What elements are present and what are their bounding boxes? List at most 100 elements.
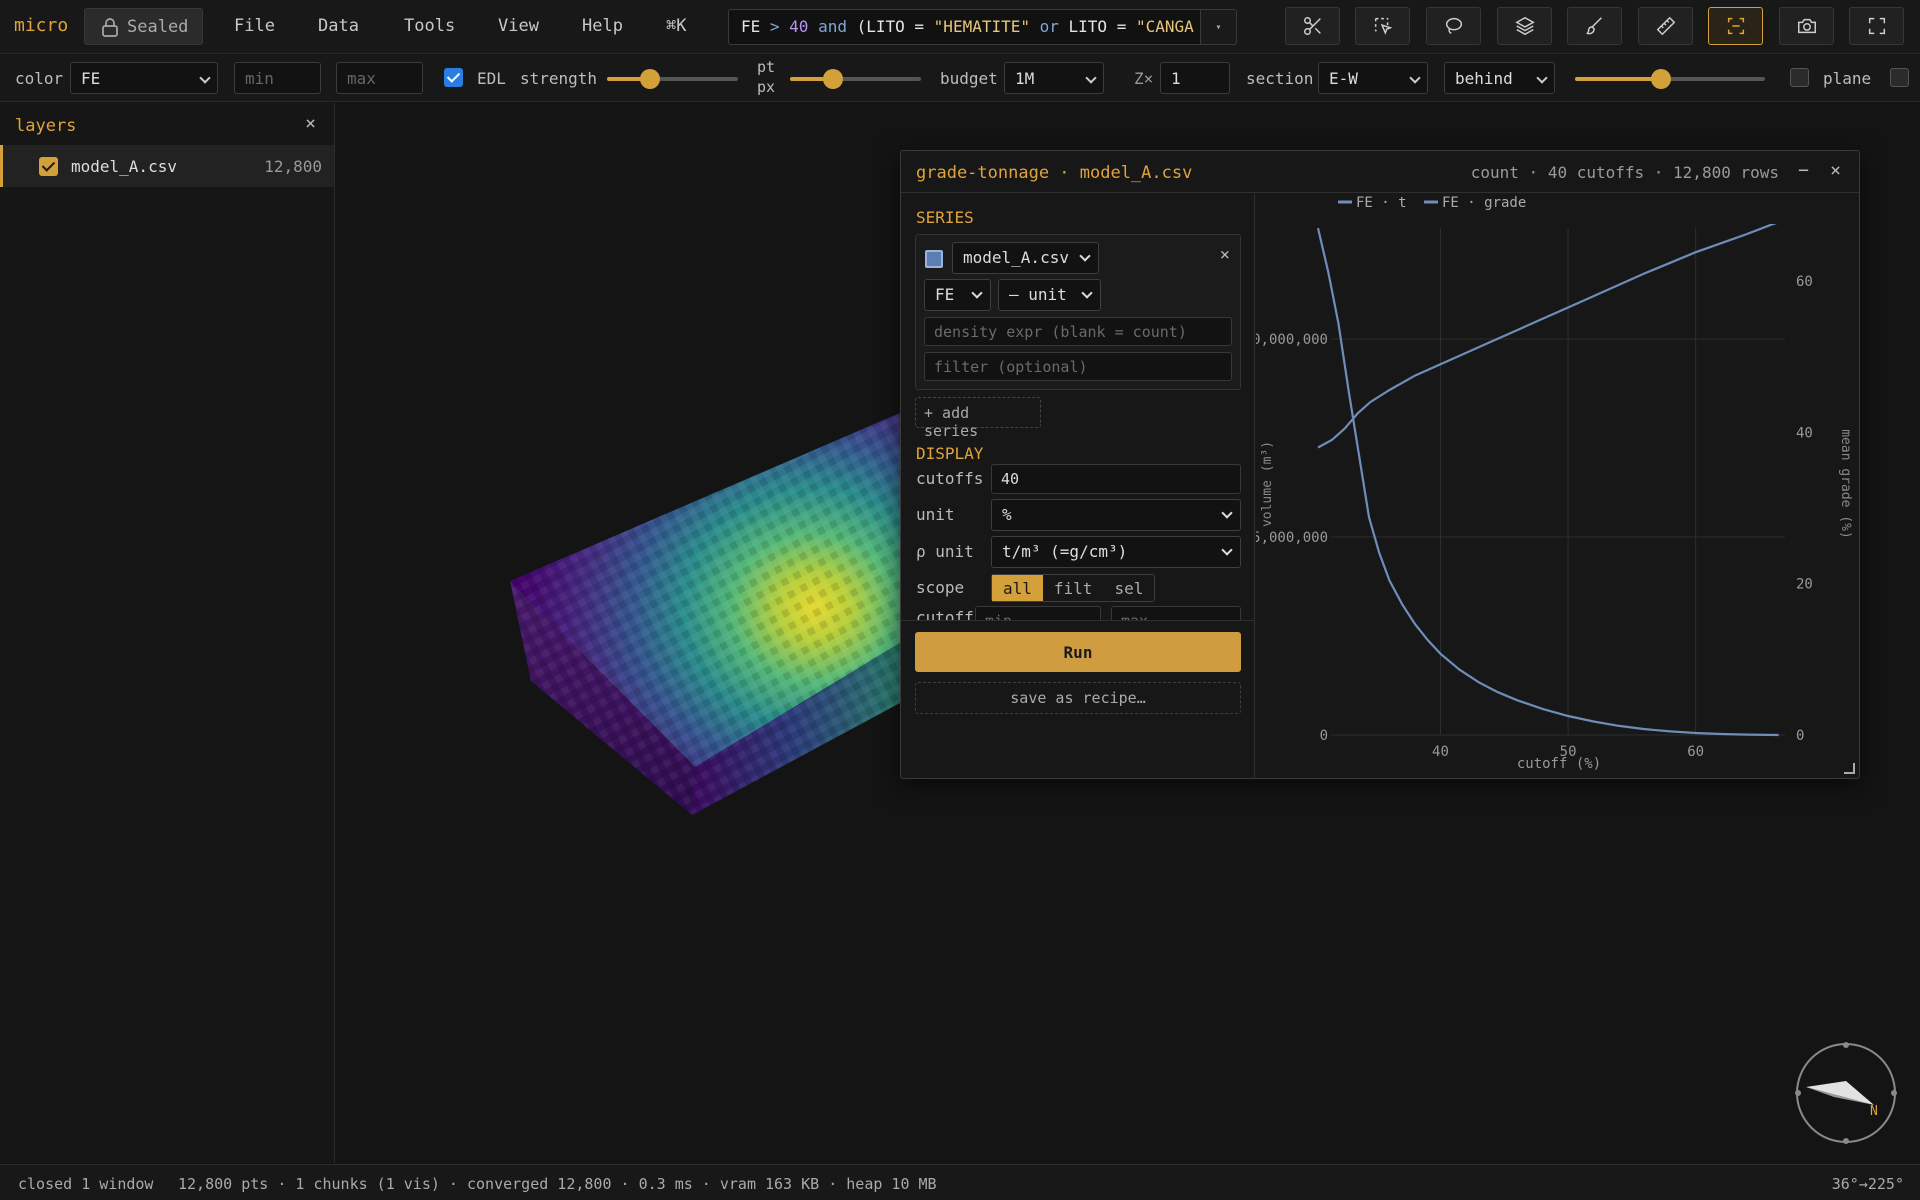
compass-widget[interactable]: N [1794, 1041, 1898, 1145]
menu-data[interactable]: Data [318, 16, 359, 36]
series-file-value: model_A.csv [963, 248, 1069, 267]
extra-checkbox[interactable] [1890, 68, 1909, 87]
brush-icon [1586, 17, 1602, 35]
plane-label: plane [1823, 69, 1872, 88]
budget-label: budget [940, 69, 998, 88]
z-exaggeration-label: Z× [1134, 69, 1154, 88]
series-unit-value: — unit [1009, 285, 1067, 304]
legend-entry: FE · grade [1442, 195, 1526, 211]
layers-close-button[interactable]: × [305, 113, 316, 134]
box-select-button[interactable] [1355, 7, 1410, 45]
series-line-tonnage [1316, 227, 1779, 737]
scope-selected-button[interactable]: sel [1103, 575, 1154, 601]
menu-file[interactable]: File [234, 16, 275, 36]
status-stats: 12,800 pts · 1 chunks (1 vis) · converge… [178, 1175, 937, 1193]
ruler-button[interactable] [1638, 7, 1693, 45]
frame-select-button[interactable] [1708, 7, 1763, 45]
layer-visibility-checkbox[interactable] [39, 157, 58, 176]
cutoffs-input[interactable]: 40 [991, 464, 1241, 494]
window-titlebar[interactable]: grade-tonnage · model_A.csv count · 40 c… [901, 151, 1859, 193]
y-tick-label: 10,000,000 [1256, 332, 1328, 348]
menu-tools[interactable]: Tools [404, 16, 455, 36]
add-series-button[interactable]: + add series [915, 397, 1041, 440]
density-expression-input[interactable]: density expr (blank = count) [924, 317, 1232, 346]
camera-button[interactable] [1779, 7, 1834, 45]
series-section-title: SERIES [916, 208, 974, 227]
compass-north-label: N [1870, 1104, 1878, 1119]
point-size-slider-knob[interactable] [823, 69, 844, 89]
query-token: or [1030, 17, 1069, 36]
scope-all-button[interactable]: all [992, 575, 1043, 601]
color-select[interactable]: FE [70, 62, 218, 94]
series-color-swatch[interactable] [925, 250, 943, 268]
y2-tick-label: 40 [1796, 425, 1813, 441]
fullscreen-button[interactable] [1849, 7, 1904, 45]
layer-name: model_A.csv [71, 157, 177, 176]
series-file-select[interactable]: model_A.csv [952, 242, 1099, 274]
series-line-grade [1317, 224, 1778, 449]
lock-icon [102, 17, 118, 37]
y2-tick-label: 60 [1796, 274, 1813, 290]
lasso-icon [1445, 17, 1462, 34]
point-size-slider[interactable] [790, 69, 921, 89]
query-input[interactable]: FE > 40 and (LITO = "HEMATITE" or LITO =… [728, 9, 1237, 45]
query-token: and [808, 17, 857, 36]
menu-bar: micro Sealed File Data Tools View Help ⌘… [0, 0, 1920, 54]
series-filter-input[interactable]: filter (optional) [924, 352, 1232, 381]
strength-slider[interactable] [607, 69, 738, 89]
chevron-down-icon [1536, 72, 1548, 84]
density-unit-select[interactable]: t/m³ (=g/cm³) [991, 536, 1241, 568]
section-mode-select[interactable]: behind [1444, 62, 1555, 94]
section-position-slider[interactable] [1575, 69, 1765, 89]
plane-checkbox[interactable] [1790, 68, 1809, 87]
cutoff-min-input[interactable]: min [975, 606, 1101, 620]
color-label: color [15, 69, 64, 88]
window-minimize-button[interactable]: − [1798, 160, 1809, 181]
menu-view[interactable]: View [498, 16, 539, 36]
section-position-slider-knob[interactable] [1650, 69, 1671, 89]
budget-select[interactable]: 1M [1004, 62, 1104, 94]
min-input[interactable]: min [234, 62, 321, 94]
cutoff-max-input[interactable]: max [1111, 606, 1241, 620]
layer-row[interactable]: model_A.csv 12,800 [0, 145, 334, 187]
chevron-down-icon [1079, 250, 1091, 262]
query-token: LITO = [1068, 17, 1136, 36]
cutoff-label: cutoff [916, 608, 974, 620]
section-select[interactable]: E-W [1318, 62, 1428, 94]
cutoff-row-clipped: cutoff min max [901, 604, 1255, 620]
scissors-button[interactable] [1285, 7, 1340, 45]
layer-point-count: 12,800 [264, 157, 322, 176]
brush-button[interactable] [1567, 7, 1622, 45]
chevron-down-icon [1221, 544, 1233, 556]
series-remove-button[interactable]: × [1220, 245, 1230, 265]
y2-axis-label: mean grade (%) [1838, 429, 1853, 539]
series-variable-select[interactable]: FE [924, 279, 991, 311]
command-palette-button[interactable]: ⌘K [666, 16, 686, 36]
camera-icon [1797, 18, 1816, 34]
sealed-button[interactable]: Sealed [84, 8, 203, 45]
unit-select[interactable]: % [991, 499, 1241, 531]
lasso-button[interactable] [1426, 7, 1481, 45]
budget-select-value: 1M [1015, 69, 1035, 88]
series-unit-select[interactable]: — unit [998, 279, 1101, 311]
layers-button[interactable] [1497, 7, 1552, 45]
series-variable-value: FE [935, 285, 955, 304]
strength-slider-knob[interactable] [640, 69, 661, 89]
save-recipe-button[interactable]: save as recipe… [915, 682, 1241, 714]
query-text: FE > 40 and (LITO = "HEMATITE" or LITO =… [741, 17, 1194, 36]
chevron-down-icon [1409, 72, 1421, 84]
layers-panel: layers × model_A.csv 12,800 [0, 103, 335, 1163]
resize-handle[interactable] [1844, 763, 1855, 774]
section-mode-value: behind [1455, 69, 1513, 88]
edl-checkbox[interactable] [444, 68, 463, 87]
z-exaggeration-input[interactable]: 1 [1160, 62, 1230, 94]
run-button[interactable]: Run [915, 632, 1241, 672]
max-input[interactable]: max [336, 62, 423, 94]
divider [901, 620, 1255, 621]
menu-help[interactable]: Help [582, 16, 623, 36]
frame-select-icon [1727, 17, 1744, 35]
window-close-button[interactable]: × [1830, 160, 1841, 181]
scope-filtered-button[interactable]: filt [1043, 575, 1104, 601]
query-dropdown-button[interactable]: ▾ [1200, 10, 1236, 44]
strength-label: strength [520, 69, 598, 88]
